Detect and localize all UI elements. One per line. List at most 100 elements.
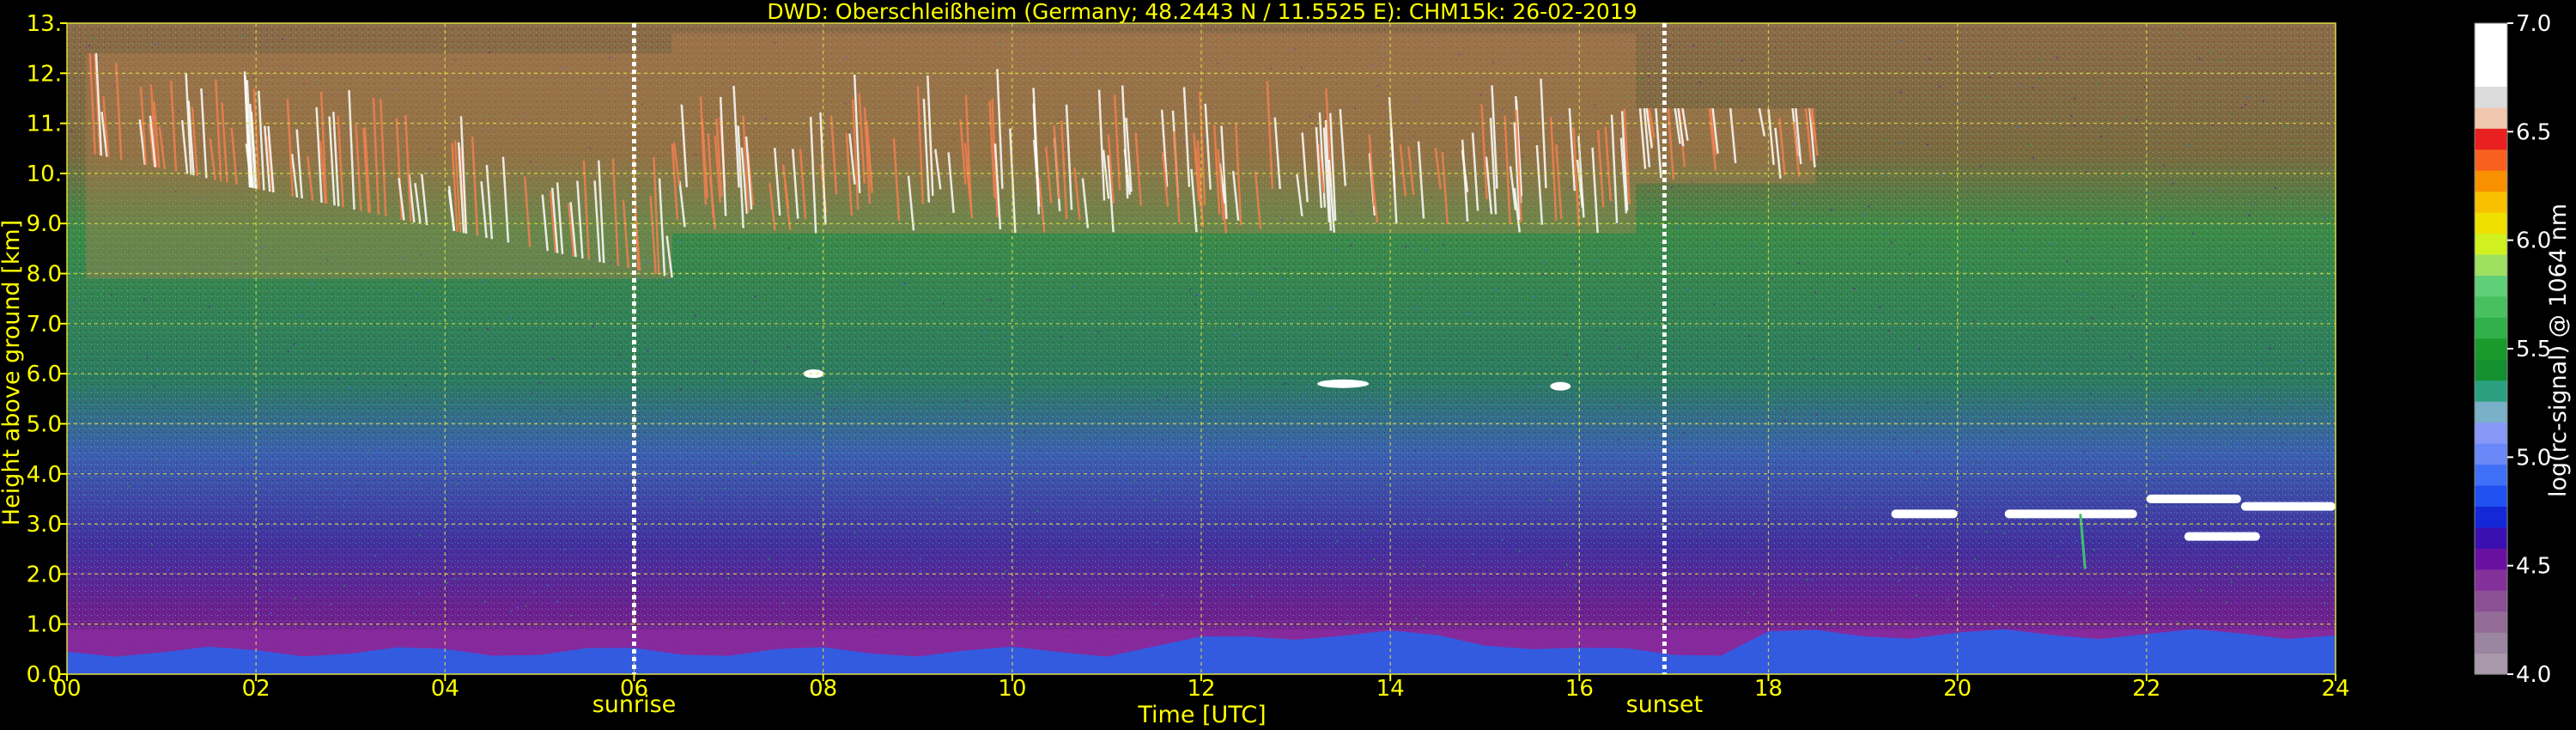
noise-dot [1915,594,1917,597]
noise-dot [1890,241,1893,244]
noise-dot [2042,362,2044,365]
noise-dot [1428,285,1431,288]
noise-dot [2016,125,2019,128]
noise-dot [1880,173,1883,176]
noise-dot [1892,562,1894,564]
noise-dot [1802,450,1805,453]
noise-dot [2104,521,2106,524]
noise-dot [525,605,527,607]
noise-dot [2242,609,2245,611]
colorbar-swatch [2475,611,2507,633]
noise-dot [2086,447,2088,449]
noise-dot [2039,58,2042,61]
noise-dot [2240,106,2243,109]
noise-dot [1414,520,1417,522]
noise-dot [2253,564,2256,567]
noise-dot [160,547,162,550]
colorbar-swatch [2475,464,2507,486]
noise-dot [1974,557,1977,560]
noise-dot [419,534,422,537]
noise-dot [790,596,793,599]
noise-dot [1330,306,1333,308]
noise-dot [1715,241,1717,244]
noise-dot [1692,354,1695,356]
noise-dot [1887,100,1890,102]
noise-dot [752,462,755,465]
noise-dot [1404,246,1406,248]
noise-dot [1900,143,1903,145]
noise-dot [2119,179,2122,181]
noise-dot [982,353,985,356]
noise-dot [1673,211,1675,214]
noise-dot [2008,533,2010,536]
noise-dot [1853,288,1856,290]
noise-dot [911,425,914,428]
noise-dot [679,387,682,390]
noise-dot [2012,204,2014,206]
noise-dot [1885,139,1887,142]
colorbar-swatch [2475,590,2507,612]
noise-dot [1072,286,1074,289]
noise-dot [1269,564,1272,567]
noise-dot [1458,490,1461,493]
noise-dot [1959,395,1962,398]
noise-dot [905,437,908,440]
noise-dot [1415,248,1418,251]
noise-dot [459,380,462,383]
x-tick-label: 06 [620,676,648,702]
x-tick-label: 12 [1187,676,1215,702]
noise-dot [2161,216,2164,219]
noise-dot [1777,559,1780,562]
noise-dot [1825,283,1827,286]
noise-dot [1931,424,1934,427]
noise-dot [1840,587,1843,589]
noise-dot [782,601,785,604]
noise-dot [1814,224,1816,227]
x-tick-label: 04 [431,676,459,702]
noise-dot [833,408,835,411]
y-tick-label: 8.0 [27,262,62,288]
noise-dot [1552,479,1554,482]
noise-dot [739,420,742,423]
noise-dot [2195,286,2197,289]
noise-dot [851,520,854,522]
noise-dot [446,581,448,584]
noise-dot [1975,461,1978,464]
noise-dot [2172,182,2174,185]
noise-dot [125,447,128,450]
noise-dot [1330,466,1333,469]
noise-dot [574,297,577,300]
noise-dot [1076,531,1078,533]
noise-dot [1771,277,1773,280]
noise-dot [343,500,346,502]
noise-dot [186,454,189,457]
noise-dot [1668,489,1671,491]
noise-dot [2279,412,2281,415]
noise-dot [1549,498,1552,501]
y-tick-label: 4.0 [27,462,62,488]
noise-dot [1595,260,1597,263]
noise-dot [2161,455,2164,458]
noise-dot [241,469,244,471]
y-tick-label: 12. [27,61,62,87]
noise-dot [817,392,819,395]
noise-dot [2126,174,2129,177]
noise-dot [81,599,83,602]
noise-dot [967,378,969,380]
noise-dot [1926,401,1929,404]
x-tick-label: 14 [1376,676,1405,702]
noise-dot [1916,450,1918,453]
x-tick-label: 22 [2132,676,2160,702]
noise-dot [1909,253,1911,256]
noise-dot [1303,395,1305,398]
noise-dot [1793,202,1795,204]
colorbar-swatch [2475,653,2507,675]
noise-dot [199,462,202,465]
noise-dot [1060,336,1063,338]
noise-dot [936,498,939,501]
noise-dot [1334,308,1336,311]
noise-dot [1036,510,1039,513]
noise-dot [1711,374,1714,376]
noise-dot [723,488,726,490]
cirrus-cloud [671,33,1637,234]
